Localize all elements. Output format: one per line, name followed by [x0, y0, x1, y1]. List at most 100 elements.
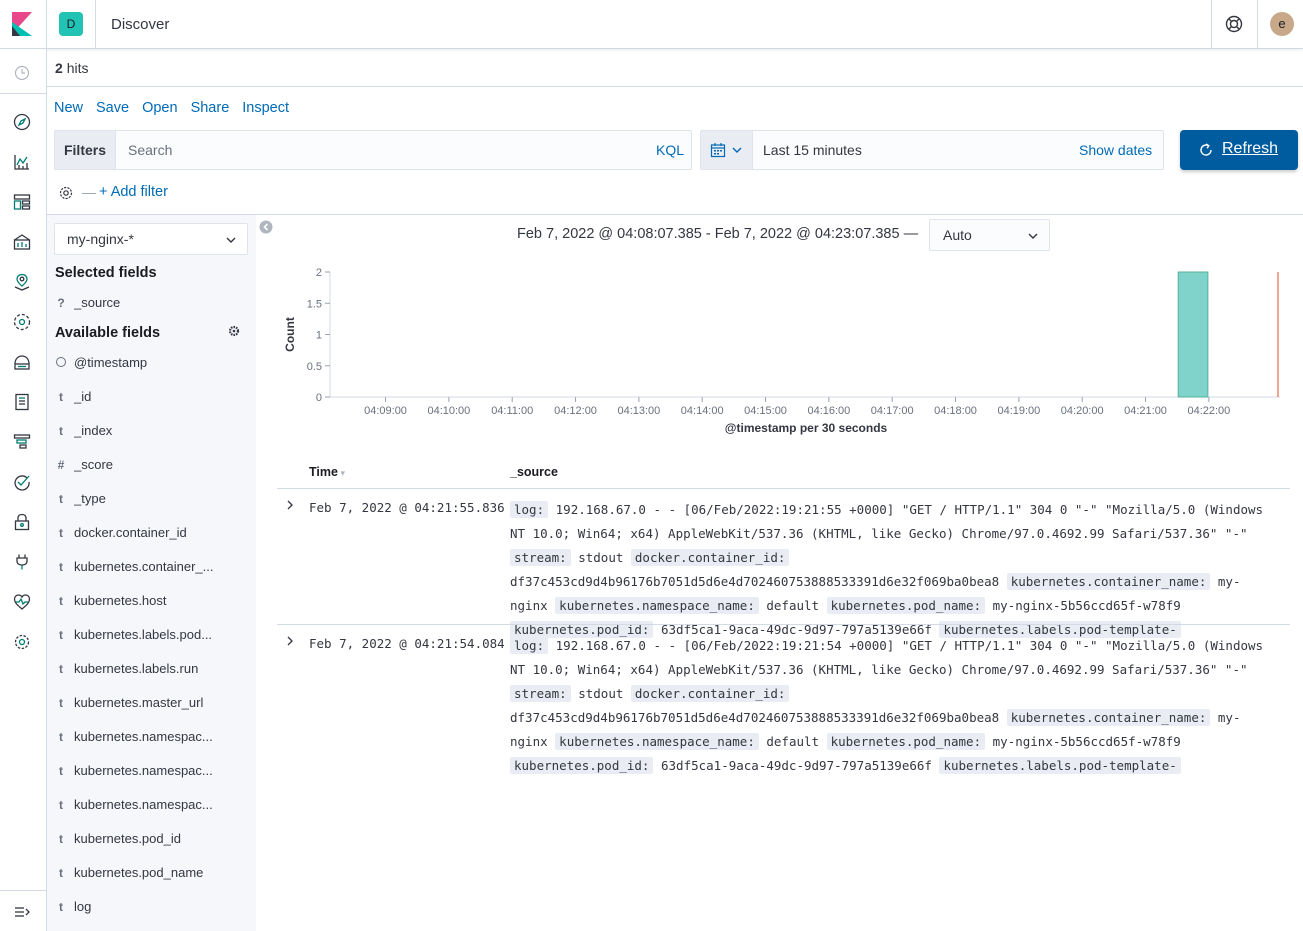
field-item[interactable]: t kubernetes.namespac...	[55, 762, 249, 782]
table-header: Time ▾ _source	[277, 460, 1290, 486]
x-tick-label: 04:10:00	[427, 405, 470, 417]
field-name: kubernetes.namespac...	[74, 797, 213, 812]
quick-select-button[interactable]	[701, 131, 753, 169]
field-item[interactable]: t kubernetes.namespac...	[55, 796, 249, 816]
string-field-icon: t	[59, 900, 63, 914]
dashboard-icon[interactable]	[13, 193, 31, 211]
string-field-icon: t	[59, 696, 63, 710]
x-tick-label: 04:16:00	[807, 405, 850, 417]
field-item[interactable]: t log	[55, 898, 249, 918]
search-input[interactable]	[117, 131, 637, 169]
monitoring-icon[interactable]	[13, 593, 31, 611]
field-key: kubernetes.pod_id:	[510, 757, 654, 774]
field-value: df37c453cd9d4b96176b7051d5d6e4d702460753…	[510, 574, 1000, 589]
add-filter-button[interactable]: + Add filter	[99, 184, 168, 200]
chevron-down-icon	[1028, 233, 1038, 239]
string-field-icon: t	[59, 594, 63, 608]
field-item[interactable]: t _index	[55, 422, 249, 442]
ml-icon[interactable]	[13, 313, 31, 331]
space-avatar[interactable]: D	[59, 12, 83, 36]
help-icon[interactable]	[1225, 15, 1243, 33]
share-button[interactable]: Share	[191, 100, 230, 116]
dev-tools-icon[interactable]	[13, 553, 31, 571]
field-key: log:	[510, 501, 549, 518]
show-dates-button[interactable]: Show dates	[1079, 142, 1152, 158]
field-item[interactable]: t kubernetes.pod_id	[55, 830, 249, 850]
header-divider	[1211, 0, 1212, 49]
uptime-icon[interactable]	[13, 473, 31, 491]
query-language-button[interactable]: KQL	[656, 142, 684, 158]
x-tick-label: 04:21:00	[1124, 405, 1167, 417]
top-nav-menu: New Save Open Share Inspect	[54, 99, 302, 116]
string-field-icon: t	[59, 526, 63, 540]
canvas-icon[interactable]	[13, 233, 31, 251]
gear-icon[interactable]	[228, 325, 240, 337]
interval-select[interactable]: Auto	[929, 219, 1050, 251]
chevron-right-icon[interactable]	[285, 499, 295, 511]
open-button[interactable]: Open	[142, 100, 177, 116]
interval-label: Auto	[943, 227, 972, 243]
sort-icon[interactable]: ▾	[338, 468, 345, 478]
field-item[interactable]: t kubernetes.host	[55, 592, 249, 612]
field-name: kubernetes.namespac...	[74, 763, 213, 778]
management-icon[interactable]	[13, 633, 31, 651]
field-item[interactable]: t kubernetes.master_url	[55, 694, 249, 714]
save-button[interactable]: Save	[96, 100, 129, 116]
document-source: log: 192.168.67.0 - - [06/Feb/2022:19:21…	[510, 634, 1270, 778]
gear-icon[interactable]	[58, 185, 74, 201]
field-value: 192.168.67.0 - - [06/Feb/2022:19:21:54 +…	[510, 638, 1264, 677]
field-value: df37c453cd9d4b96176b7051d5d6e4d702460753…	[510, 710, 1000, 725]
field-item[interactable]: t _id	[55, 388, 249, 408]
index-pattern-label: my-nginx-*	[67, 231, 134, 247]
user-avatar[interactable]: e	[1270, 12, 1294, 36]
collapse-sidebar-icon[interactable]	[259, 220, 273, 234]
x-tick-label: 04:11:00	[491, 405, 533, 417]
security-icon[interactable]	[13, 513, 31, 531]
nav-divider	[0, 890, 46, 891]
field-name: @timestamp	[74, 355, 148, 370]
field-sidebar: my-nginx-* Selected fields ? _source Avai…	[47, 215, 256, 931]
date-range-label[interactable]: Last 15 minutes	[763, 142, 862, 158]
recent-icon[interactable]	[13, 64, 31, 82]
refresh-button[interactable]: Refresh	[1180, 130, 1298, 170]
field-item[interactable]: t kubernetes.labels.run	[55, 660, 249, 680]
field-item[interactable]: t _type	[55, 490, 249, 510]
field-item[interactable]: t kubernetes.namespac...	[55, 728, 249, 748]
y-tick-label: 0	[316, 392, 322, 404]
field-name: _type	[74, 491, 106, 506]
filters-label: Filters	[55, 131, 116, 169]
field-key: kubernetes.pod_name:	[826, 733, 986, 750]
inspect-button[interactable]: Inspect	[242, 100, 289, 116]
time-column-header[interactable]: Time ▾	[309, 465, 345, 479]
kibana-logo-icon[interactable]	[12, 12, 32, 36]
field-item[interactable]: ? _source	[55, 294, 249, 314]
field-item[interactable]: t docker.container_id	[55, 524, 249, 544]
chevron-right-icon[interactable]	[285, 635, 295, 647]
infrastructure-icon[interactable]	[13, 353, 31, 371]
field-item[interactable]: @timestamp	[55, 354, 249, 374]
maps-icon[interactable]	[13, 273, 31, 291]
unknown-field-icon: ?	[57, 296, 65, 310]
field-value: default	[766, 598, 820, 613]
logs-icon[interactable]	[13, 393, 31, 411]
field-item[interactable]: t kubernetes.pod_name	[55, 864, 249, 884]
new-button[interactable]: New	[54, 100, 83, 116]
apm-icon[interactable]	[13, 433, 31, 451]
field-name: _source	[74, 295, 121, 310]
field-item[interactable]: t kubernetes.labels.pod...	[55, 626, 249, 646]
field-key: kubernetes.container_name:	[1006, 573, 1211, 590]
index-pattern-select[interactable]: my-nginx-*	[54, 223, 248, 255]
histogram-chart[interactable]: 0 0.5 1 1.5 2 04:09:00 04:10:00 04:11:00 04:12:0…	[280, 258, 1290, 438]
x-axis-title: @timestamp per 30 seconds	[725, 421, 888, 435]
visualize-icon[interactable]	[13, 153, 31, 171]
page-title: Discover	[111, 16, 170, 33]
collapse-nav-icon[interactable]	[13, 903, 31, 921]
histogram-bar	[1177, 271, 1209, 398]
string-field-icon: t	[59, 492, 63, 506]
field-item[interactable]: # _score	[55, 456, 249, 476]
field-value: stdout	[578, 550, 624, 565]
field-item[interactable]: t kubernetes.container_...	[55, 558, 249, 578]
nav-divider	[0, 93, 46, 94]
discover-icon[interactable]	[13, 113, 31, 131]
x-tick-label: 04:14:00	[681, 405, 724, 417]
